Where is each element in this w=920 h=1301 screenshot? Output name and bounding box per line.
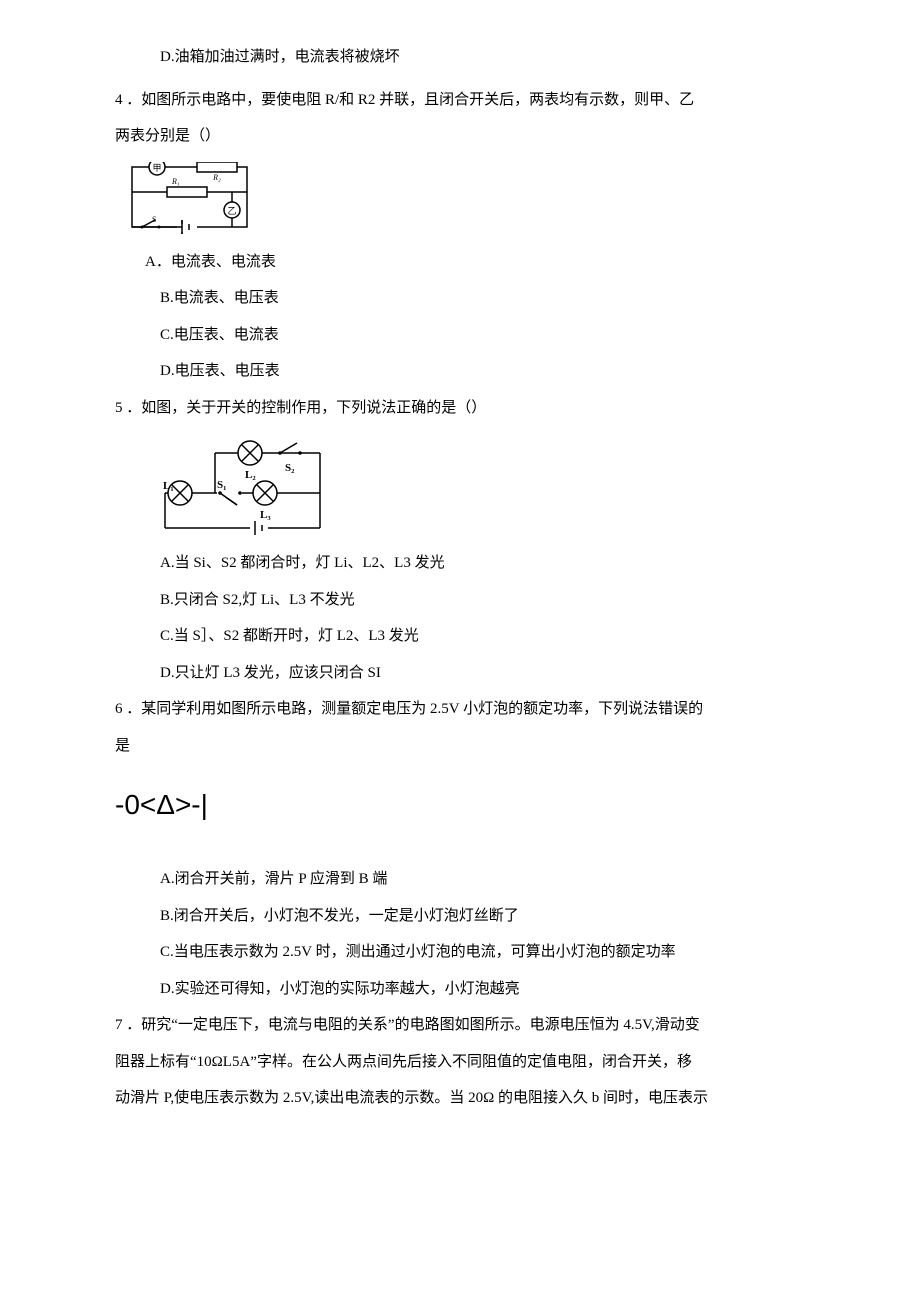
q6-stem-line2: 是 [115, 729, 820, 764]
q5-circuit-diagram: L₁ L₂ S₂ S₁ L₃ [155, 433, 820, 538]
q6-option-d: D.实验还可得知，小灯泡的实际功率越大，小灯泡越亮 [115, 972, 820, 1007]
q7-stem-line1: 7 ．研究“一定电压下，电流与电阻的关系”的电路图如图所示。电源电压恒为 4.5… [115, 1008, 820, 1043]
svg-text:甲: 甲 [152, 163, 161, 173]
q5-option-c: C.当 S］、S2 都断开时，灯 L2、L3 发光 [115, 619, 820, 654]
q5-option-b: B.只闭合 S2,灯 Li、L3 不发光 [115, 583, 820, 618]
q6-stem-line1: 6 ．某同学利用如图所示电路，测量额定电压为 2.5V 小灯泡的额定功率，下列说… [115, 692, 820, 727]
svg-text:S₁: S₁ [217, 479, 226, 491]
q6-option-c: C.当电压表示数为 2.5V 时，测出通过小灯泡的电流，可算出小灯泡的额定功率 [115, 935, 820, 970]
q5-option-a: A.当 Si、S2 都闭合时，灯 Li、L2、L3 发光 [115, 546, 820, 581]
q4-option-b: B.电流表、电压表 [115, 281, 820, 316]
q6-circuit-placeholder: -0<Δ>-| [115, 773, 820, 837]
svg-text:R₁: R₁ [171, 177, 180, 186]
q5-stem: 5 ．如图，关于开关的控制作用，下列说法正确的是（） [115, 391, 820, 426]
q3-option-d: D.油箱加油过满时，电流表将被烧坏 [115, 40, 820, 75]
q4-stem-line2: 两表分别是（） [115, 119, 820, 154]
q4-stem-line1: 4 ．如图所示电路中，要使电阻 R/和 R2 并联，且闭合开关后，两表均有示数，… [115, 83, 820, 118]
svg-text:L₂: L₂ [245, 469, 256, 481]
svg-text:R₂: R₂ [212, 173, 221, 182]
q4-option-a: A．电流表、电流表 [115, 245, 820, 280]
svg-text:S: S [152, 215, 156, 224]
svg-text:乙: 乙 [227, 206, 236, 216]
q7-stem-line3: 动滑片 P,使电压表示数为 2.5V,读出电流表的示数。当 20Ω 的电阻接入久… [115, 1081, 820, 1116]
q4-option-d: D.电压表、电压表 [115, 354, 820, 389]
q6-option-b: B.闭合开关后，小灯泡不发光，一定是小灯泡灯丝断了 [115, 899, 820, 934]
svg-text:L₁: L₁ [163, 480, 174, 492]
q4-circuit-diagram: 甲 R₂ R₁ 乙 S [127, 162, 820, 237]
svg-text:S₂: S₂ [285, 462, 295, 474]
q4-option-c: C.电压表、电流表 [115, 318, 820, 353]
q5-option-d: D.只让灯 L3 发光，应该只闭合 SI [115, 656, 820, 691]
q6-option-a: A.闭合开关前，滑片 P 应滑到 B 端 [115, 862, 820, 897]
q7-stem-line2: 阻器上标有“10ΩL5A”字样。在公人两点间先后接入不同阻值的定值电阻，闭合开关… [115, 1045, 820, 1080]
svg-text:L₃: L₃ [260, 509, 271, 521]
